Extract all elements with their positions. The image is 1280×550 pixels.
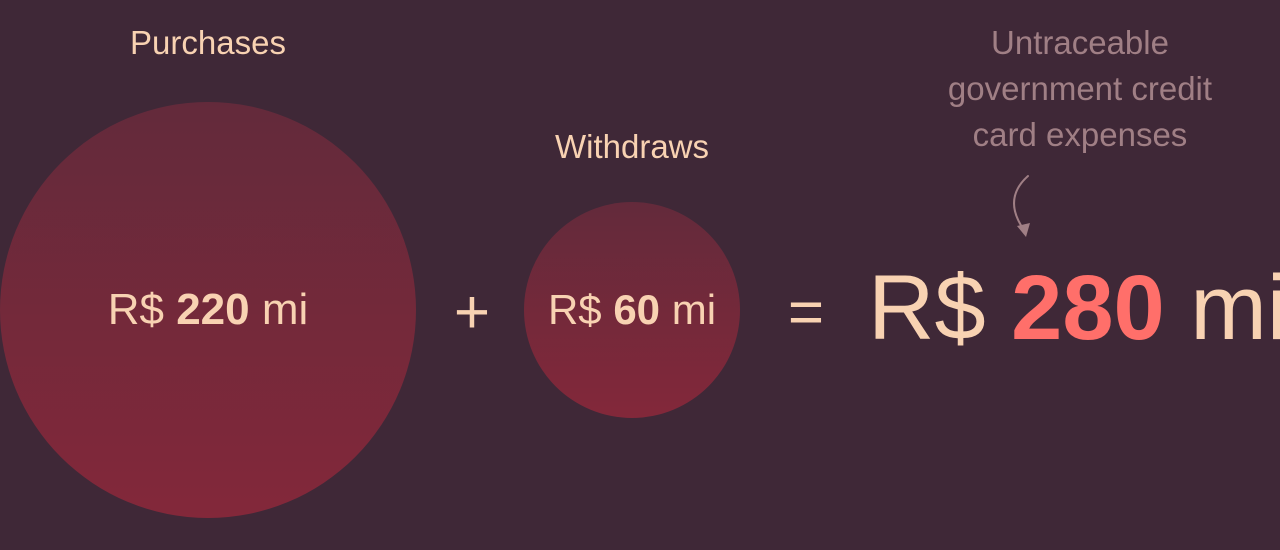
withdraws-currency: R$	[547, 286, 602, 333]
withdraws-value: 60	[613, 286, 661, 333]
annotation-line-2: government credit	[947, 70, 1213, 107]
withdraws-unit: mi	[671, 286, 717, 333]
purchases-bubble: R$ 220 mi	[0, 102, 416, 518]
withdraws-label: Withdraws	[554, 128, 710, 165]
total-amount: R$ 280 mi	[868, 262, 1280, 354]
withdraws-amount: R$ 60 mi	[548, 286, 716, 334]
annotation-text: Untraceable government credit card expen…	[900, 20, 1260, 158]
expense-summary-diagram: { "purchases": { "label": "Purchases", "…	[0, 0, 1280, 550]
curved-arrow-icon	[1012, 175, 1030, 237]
equals-sign: =	[787, 278, 825, 347]
purchases-amount: R$ 220 mi	[108, 285, 309, 335]
annotation-line-3: card expenses	[972, 116, 1188, 153]
purchases-currency: R$	[107, 285, 164, 334]
purchases-unit: mi	[261, 285, 309, 334]
total-value: 280	[1011, 257, 1165, 359]
plus-sign: +	[453, 278, 491, 347]
total-unit: mi	[1190, 257, 1280, 359]
purchases-value: 220	[176, 285, 250, 334]
purchases-label: Purchases	[130, 24, 286, 61]
total-currency: R$	[868, 257, 986, 359]
withdraws-bubble: R$ 60 mi	[524, 202, 740, 418]
annotation-line-1: Untraceable	[991, 24, 1169, 61]
